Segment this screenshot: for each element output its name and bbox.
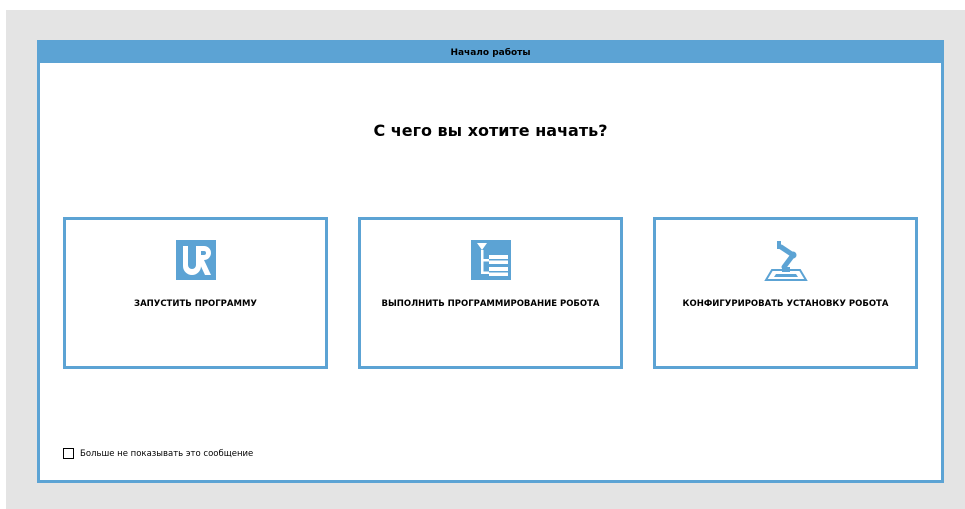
run-program-button[interactable]: ЗАПУСТИТЬ ПРОГРАММУ	[63, 217, 328, 369]
ur-logo-icon	[175, 240, 216, 280]
program-robot-button[interactable]: ВЫПОЛНИТЬ ПРОГРАММИРОВАНИЕ РОБОТА	[358, 217, 623, 369]
program-robot-label: ВЫПОЛНИТЬ ПРОГРАММИРОВАНИЕ РОБОТА	[381, 299, 600, 309]
robot-arm-icon	[763, 241, 808, 281]
program-tree-icon	[470, 240, 511, 280]
dont-show-label: Больше не показывать это сообщение	[80, 448, 254, 459]
welcome-dialog: Начало работы С чего вы хотите начать? З…	[37, 40, 944, 483]
run-program-label: ЗАПУСТИТЬ ПРОГРАММУ	[134, 299, 257, 309]
configure-installation-label: КОНФИГУРИРОВАТЬ УСТАНОВКУ РОБОТА	[682, 299, 889, 309]
dialog-question: С чего вы хотите начать?	[373, 121, 608, 140]
dialog-title: Начало работы	[40, 43, 941, 63]
configure-installation-button[interactable]: КОНФИГУРИРОВАТЬ УСТАНОВКУ РОБОТА	[653, 217, 918, 369]
dont-show-checkbox[interactable]	[63, 448, 74, 459]
dont-show-again[interactable]: Больше не показывать это сообщение	[63, 448, 253, 459]
